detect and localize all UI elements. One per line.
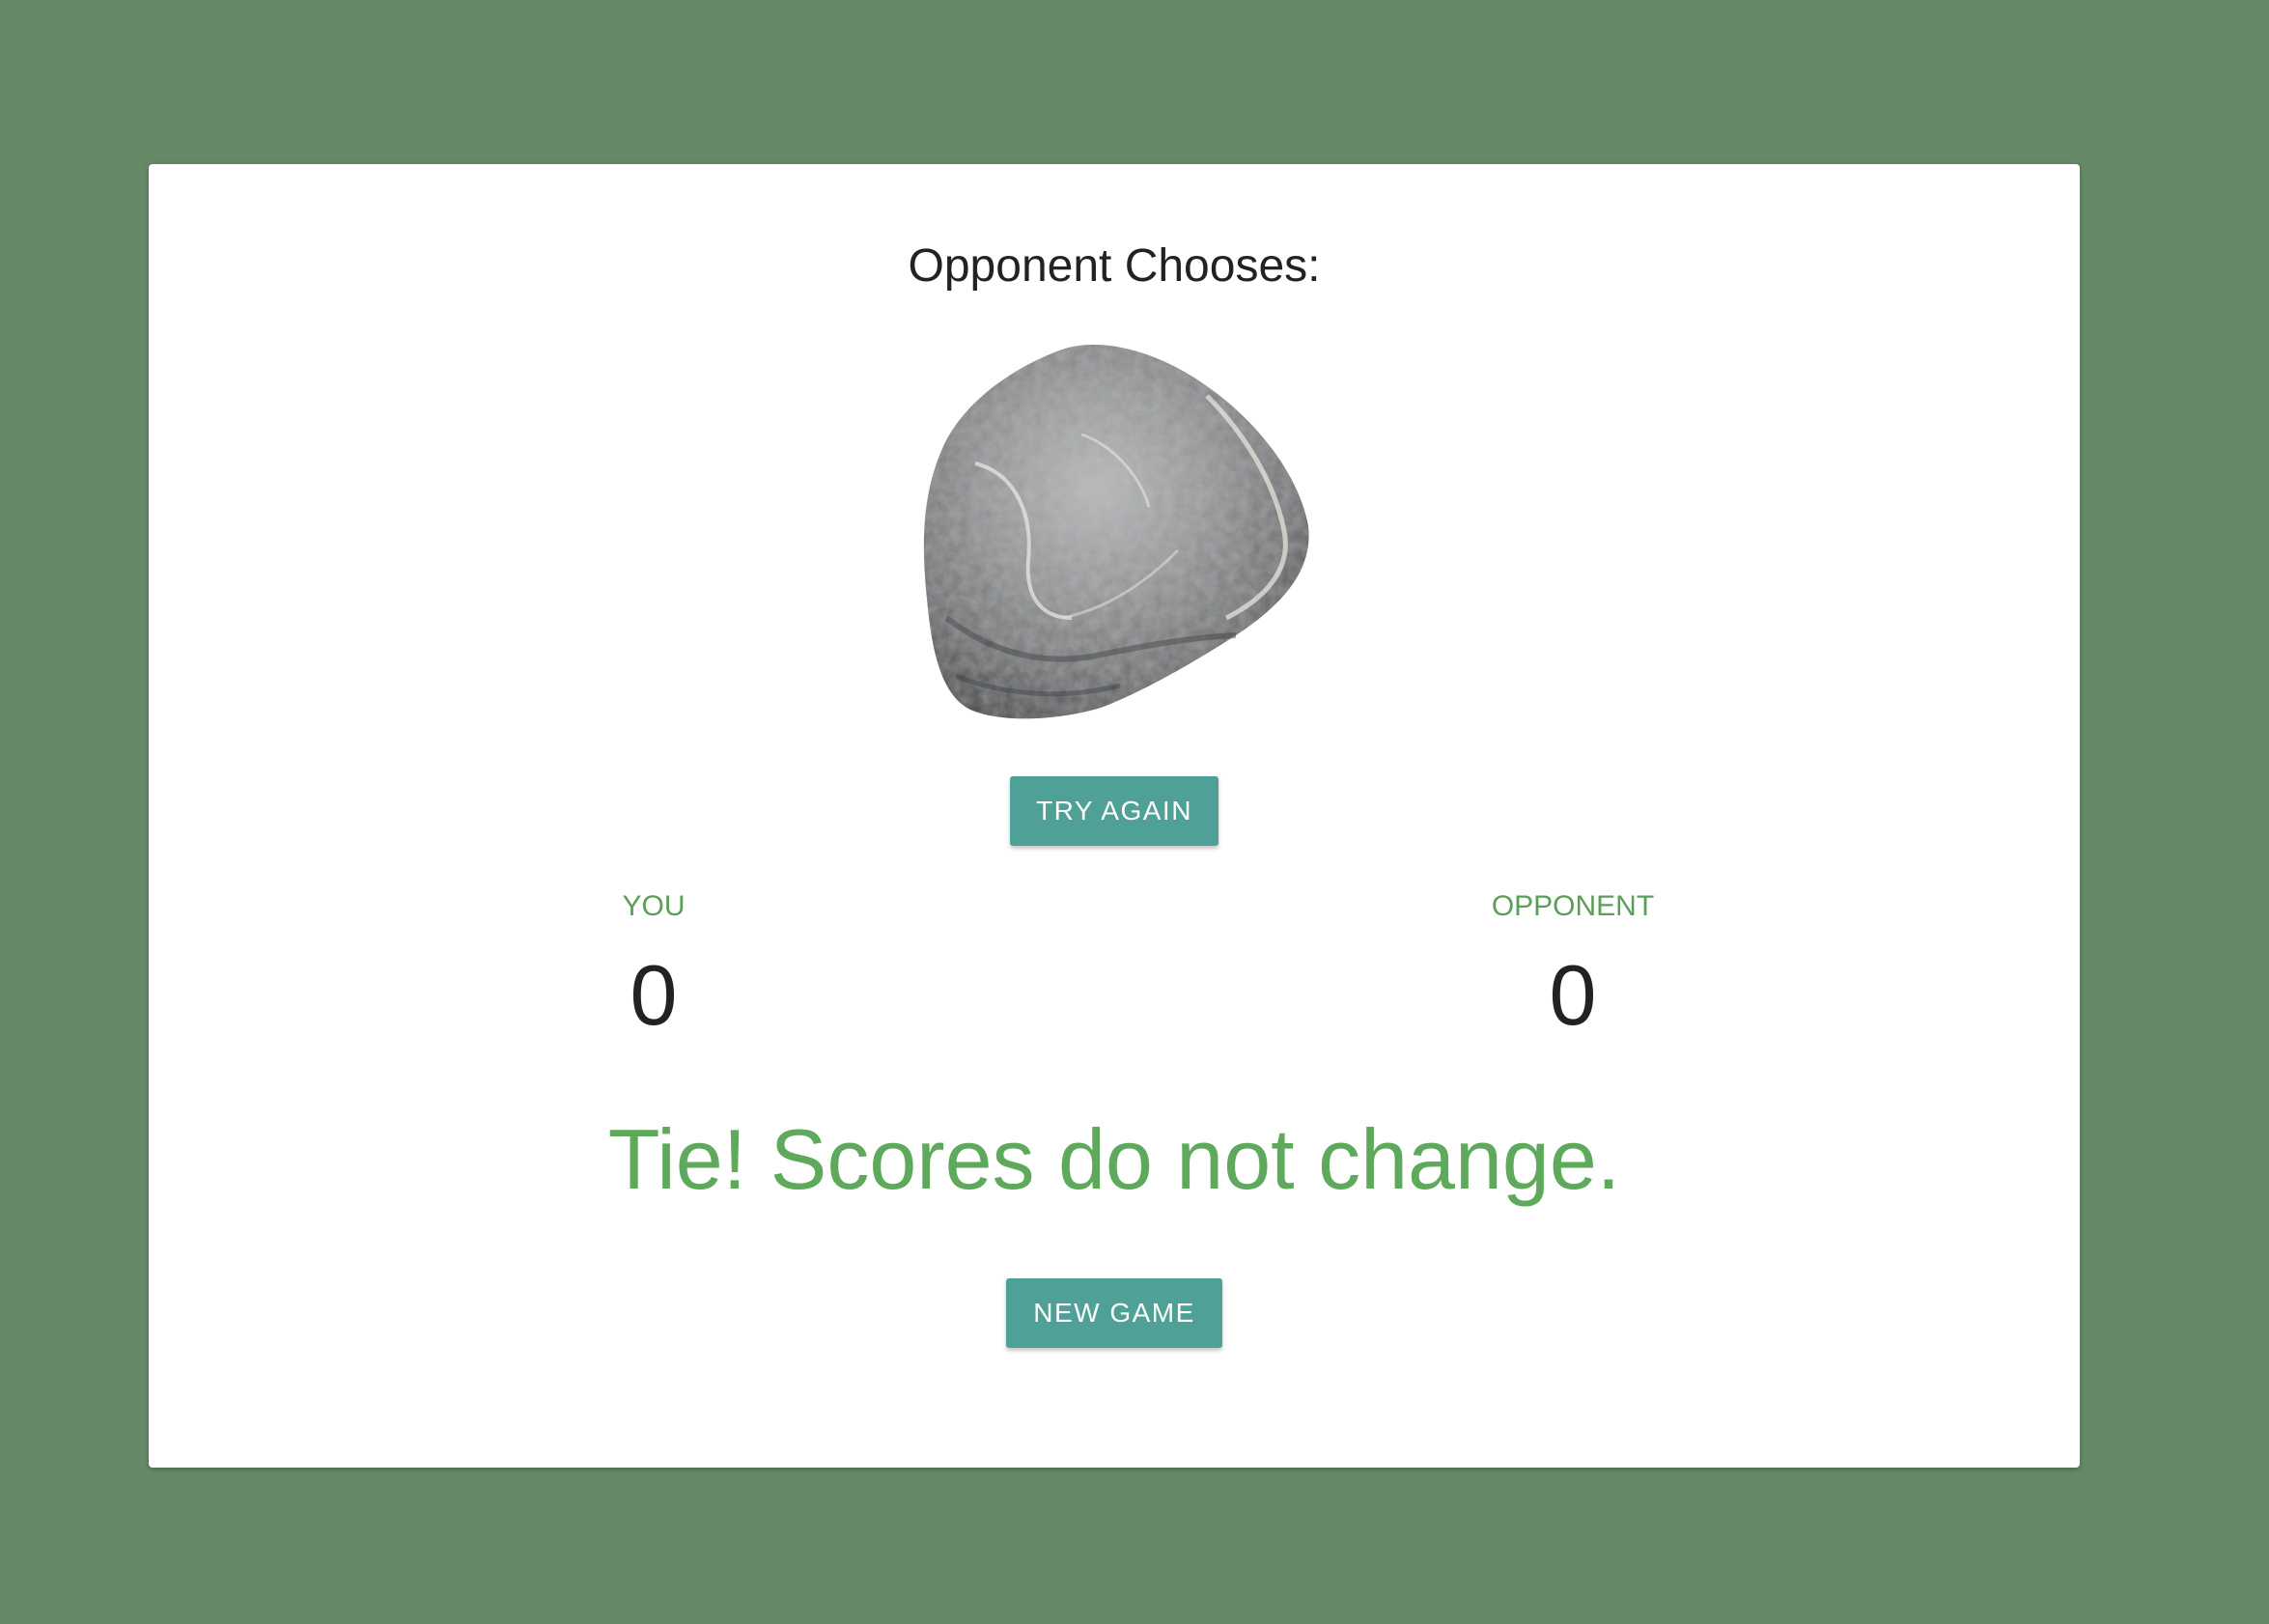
rock-image <box>923 344 1309 719</box>
opponent-score-label: OPPONENT <box>1491 890 1655 922</box>
try-again-button[interactable]: TRY AGAIN <box>1010 776 1219 846</box>
opponent-score-value: 0 <box>1549 947 1597 1043</box>
game-card: Opponent Chooses: TRY AGAIN YOU 0 OPPONE… <box>149 164 2080 1468</box>
you-score-value: 0 <box>630 947 678 1043</box>
new-game-button[interactable]: NEW GAME <box>1006 1278 1222 1348</box>
result-message: Tie! Scores do not change. <box>607 1111 1621 1207</box>
you-score-label: YOU <box>622 890 686 922</box>
opponent-chooses-title: Opponent Chooses: <box>908 240 1321 292</box>
